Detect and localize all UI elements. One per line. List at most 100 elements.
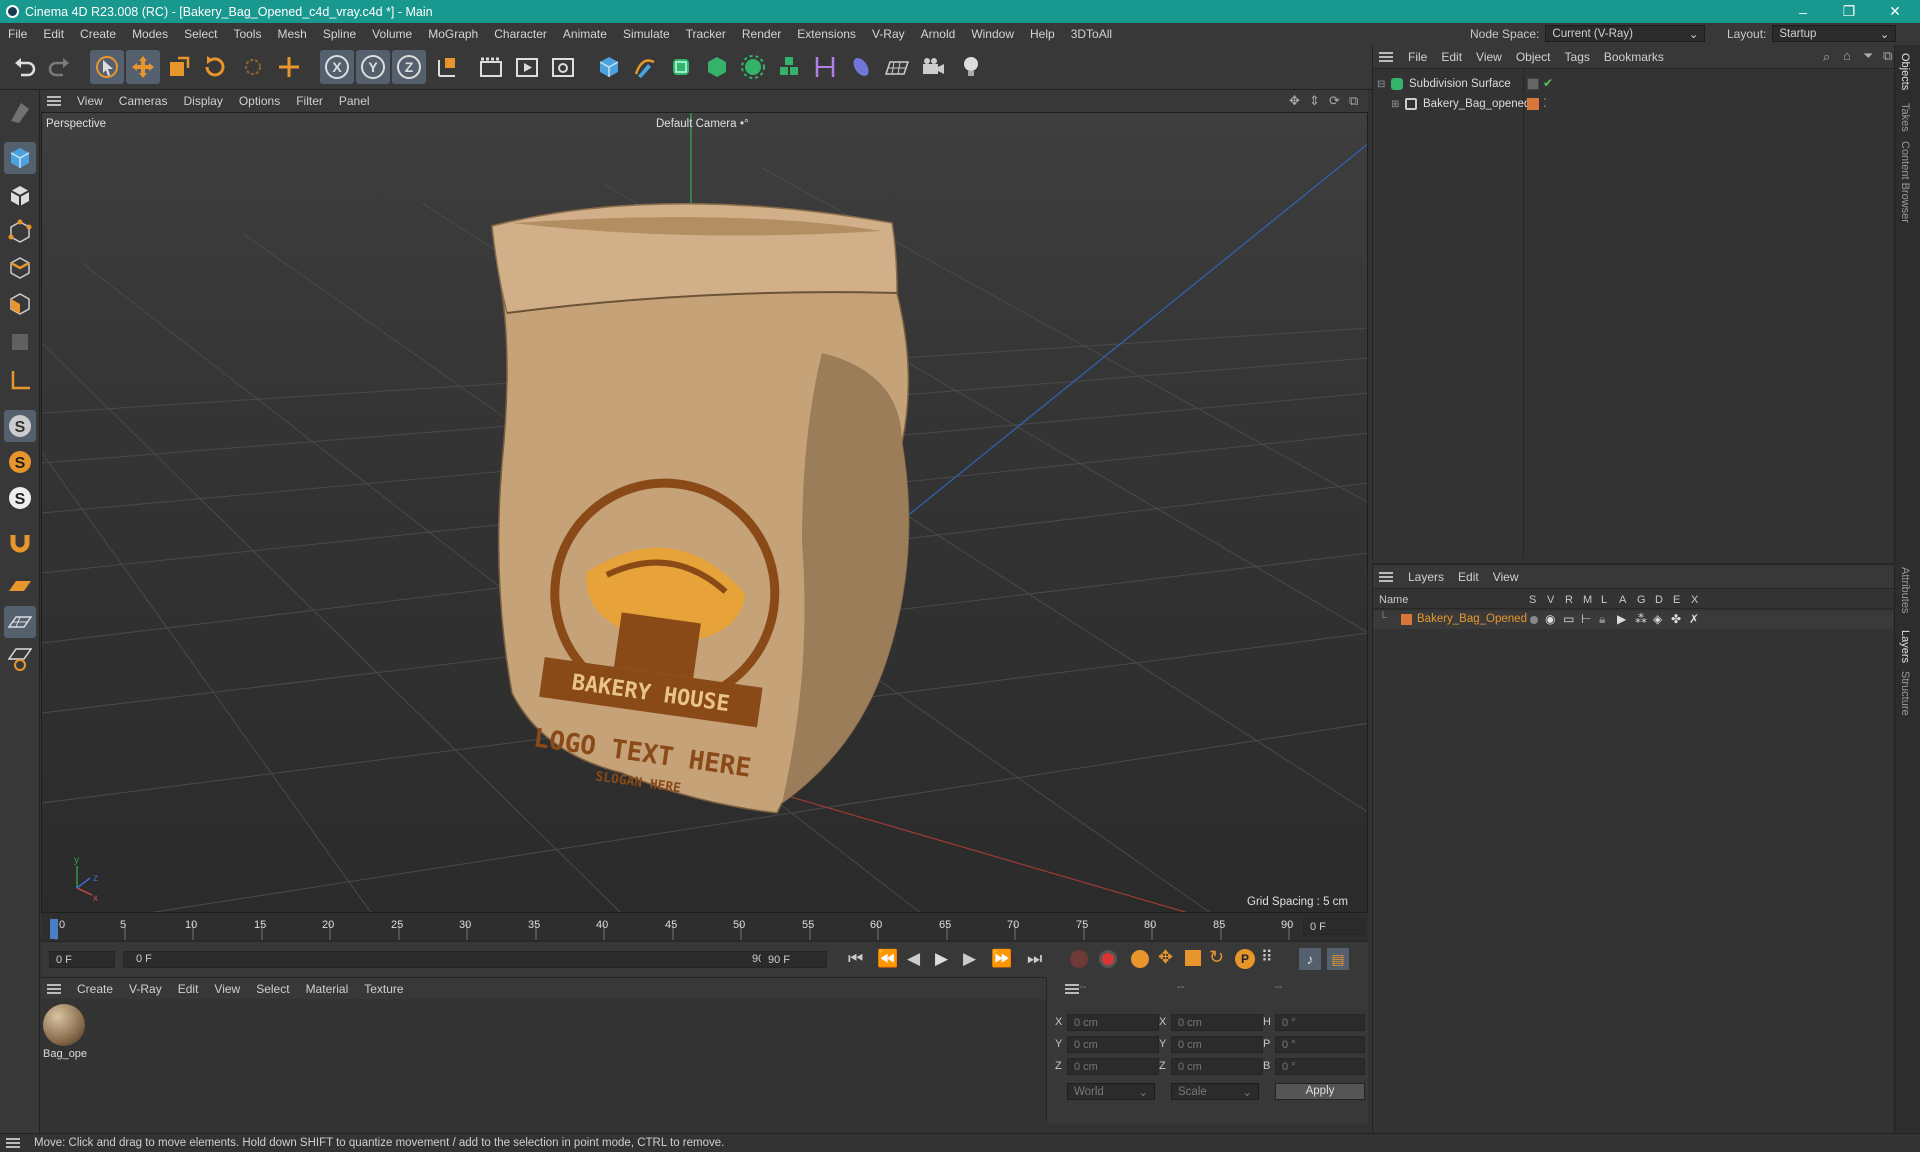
current-frame-field[interactable]: 0 F [1303, 918, 1365, 935]
light-button[interactable] [954, 50, 988, 84]
menu-tracker[interactable]: Tracker [678, 27, 734, 41]
go-to-end-icon[interactable]: ⏭ [1027, 949, 1042, 969]
menu-character[interactable]: Character [486, 27, 555, 41]
locked-workplane-button[interactable] [4, 642, 36, 674]
tab-objects[interactable]: Objects [1899, 53, 1911, 90]
timeline-ruler[interactable]: 0 5 10 15 20 25 30 35 40 45 50 55 60 65 … [41, 913, 1368, 941]
size-z-field[interactable]: 0 cm [1171, 1058, 1263, 1075]
rotate-view-icon[interactable]: ⟳ [1329, 93, 1340, 109]
menu-arnold[interactable]: Arnold [913, 27, 964, 41]
menu-window[interactable]: Window [963, 27, 1022, 41]
workplane-button[interactable] [4, 570, 36, 602]
render-settings-button[interactable] [546, 50, 580, 84]
keyframe-selection-icon[interactable] [1131, 950, 1149, 968]
live-select-tool[interactable] [90, 50, 124, 84]
home-icon[interactable]: ⌂ [1843, 48, 1851, 63]
model-mode-button[interactable] [4, 142, 36, 174]
pan-view-icon[interactable]: ✥ [1289, 93, 1300, 109]
rotate-tool[interactable] [198, 50, 232, 84]
lock-icon[interactable]: 🔒︎ [1599, 612, 1605, 627]
undo-button[interactable] [8, 50, 42, 84]
grid-plane-button[interactable] [4, 606, 36, 638]
menu-create[interactable]: Create [72, 27, 124, 41]
viewport-menu-options[interactable]: Options [231, 94, 288, 108]
tab-attributes[interactable]: Attributes [1899, 567, 1911, 613]
viewport-menu-display[interactable]: Display [175, 94, 230, 108]
menu-edit[interactable]: Edit [35, 27, 72, 41]
render-clapper-icon[interactable]: ▭ [1563, 612, 1574, 626]
deformer-icon[interactable]: ◈ [1653, 612, 1662, 626]
size-mode-dropdown[interactable]: Scale ⌄ [1171, 1083, 1259, 1100]
maximize-view-icon[interactable]: ⧉ [1349, 93, 1358, 109]
rot-b-field[interactable]: 0 ° [1275, 1058, 1365, 1075]
subdivision-surface-button[interactable] [664, 50, 698, 84]
go-to-start-icon[interactable]: ⏮ [848, 949, 863, 969]
material-menu-material[interactable]: Material [298, 982, 357, 996]
menu-modes[interactable]: Modes [124, 27, 176, 41]
maximize-button[interactable]: ❐ [1826, 0, 1872, 23]
hamburger-icon[interactable] [47, 96, 61, 106]
menu-file[interactable]: File [0, 27, 35, 41]
symmetry-button[interactable]: S [4, 482, 36, 514]
tab-content-browser[interactable]: Content Browser [1899, 141, 1911, 223]
uv-mode-button[interactable] [4, 326, 36, 358]
end-frame-field[interactable]: 90 F [761, 951, 827, 968]
tab-structure[interactable]: Structure [1899, 671, 1911, 716]
layer-color-swatch[interactable] [1401, 614, 1412, 625]
autokey-record-icon[interactable] [1099, 950, 1117, 968]
render-to-picture-viewer-button[interactable] [510, 50, 544, 84]
tab-takes[interactable]: Takes [1899, 103, 1911, 132]
menu-tools[interactable]: Tools [225, 27, 269, 41]
visibility-dots-icon[interactable]: ⁚ [1543, 96, 1547, 110]
size-y-field[interactable]: 0 cm [1171, 1036, 1263, 1053]
cube-primitive-button[interactable] [592, 50, 626, 84]
play-icon[interactable]: ▶ [935, 949, 948, 969]
menu-spline[interactable]: Spline [315, 27, 364, 41]
object-menu-edit[interactable]: Edit [1434, 50, 1469, 64]
material-menu-view[interactable]: View [206, 982, 248, 996]
move-cross-tool[interactable] [272, 50, 306, 84]
viewport-menu-view[interactable]: View [69, 94, 111, 108]
camera-button[interactable] [916, 50, 950, 84]
material-menu-create[interactable]: Create [69, 982, 121, 996]
filter-icon[interactable]: ⏷ [1863, 48, 1873, 64]
new-window-icon[interactable]: ⧉ [1883, 48, 1892, 64]
expand-icon[interactable]: ⊞ [1391, 99, 1399, 110]
node-space-dropdown[interactable]: Current (V-Ray) ⌄ [1545, 25, 1706, 42]
pos-y-field[interactable]: 0 cm [1067, 1036, 1159, 1053]
menu-extensions[interactable]: Extensions [789, 27, 864, 41]
close-button[interactable]: ✕ [1872, 0, 1918, 23]
recent-tools-button[interactable] [236, 50, 270, 84]
deformer-button[interactable] [808, 50, 842, 84]
previous-frame-icon[interactable]: ◀ [907, 949, 920, 969]
hamburger-icon[interactable] [1379, 51, 1393, 62]
make-editable-button[interactable] [4, 96, 36, 128]
coordinate-system-button[interactable] [430, 50, 464, 84]
solo-dot-icon[interactable] [1530, 616, 1538, 624]
polygons-mode-button[interactable] [4, 288, 36, 320]
layer-menu-layers[interactable]: Layers [1401, 570, 1451, 584]
hamburger-icon[interactable] [1379, 571, 1393, 582]
menu-render[interactable]: Render [734, 27, 789, 41]
viewport-menu-panel[interactable]: Panel [331, 94, 378, 108]
menu-animate[interactable]: Animate [555, 27, 615, 41]
mograph-button[interactable] [772, 50, 806, 84]
hamburger-icon[interactable] [6, 1138, 20, 1148]
soft-selection-button[interactable]: S [4, 446, 36, 478]
start-frame-field[interactable]: 0 F [49, 951, 115, 968]
move-tool[interactable] [126, 50, 160, 84]
spline-pen-button[interactable] [628, 50, 662, 84]
snap-button[interactable]: S [4, 410, 36, 442]
render-view-button[interactable] [474, 50, 508, 84]
layer-menu-view[interactable]: View [1486, 570, 1526, 584]
parameter-key-icon[interactable]: P [1235, 949, 1255, 969]
rot-h-field[interactable]: 0 ° [1275, 1014, 1365, 1031]
object-menu-tags[interactable]: Tags [1558, 50, 1597, 64]
axis-mode-button[interactable] [4, 364, 36, 396]
xref-icon[interactable]: ✗ [1689, 612, 1699, 626]
layer-color-tag[interactable] [1527, 98, 1539, 110]
editor-visibility-icon[interactable] [1527, 78, 1539, 90]
x-axis-lock[interactable]: X [320, 50, 354, 84]
edges-mode-button[interactable] [4, 252, 36, 284]
cloner-button[interactable] [736, 50, 770, 84]
